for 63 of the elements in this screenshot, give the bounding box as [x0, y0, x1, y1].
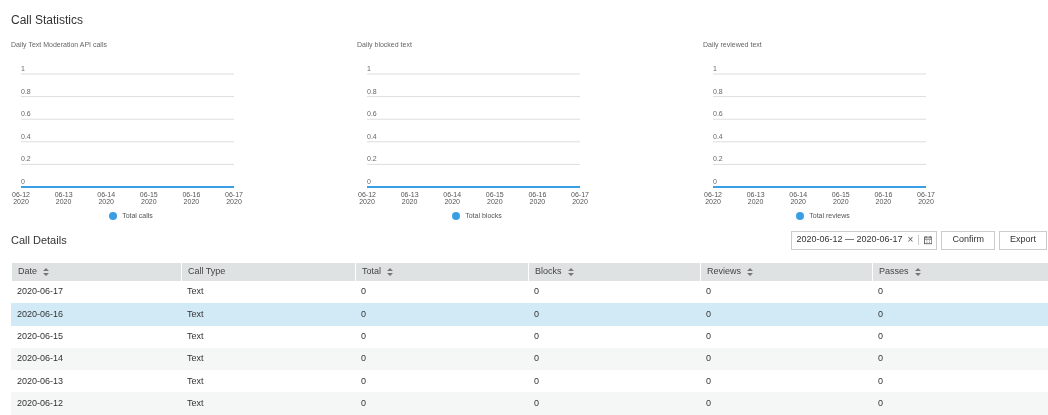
clear-button[interactable]: ×	[907, 235, 914, 245]
table-cell-text: 0	[705, 352, 712, 366]
table-cell-text: 0	[877, 285, 884, 299]
table-row[interactable]: 2020-06-12 Text 0 0 0 0	[11, 392, 1048, 415]
table-cell-text: 0	[877, 330, 884, 343]
table-cell-text: 0	[533, 330, 540, 343]
date-range-field[interactable]: 2020-06-12 — 2020-06-17 ×	[791, 230, 938, 250]
table-cell-text: Text	[186, 396, 205, 410]
sort-icon[interactable]	[914, 268, 921, 276]
legend-dot	[109, 212, 118, 221]
sort-icon[interactable]	[43, 268, 49, 276]
table-cell-text: 0	[360, 352, 367, 366]
table-row[interactable]: 2020-06-13 Text 0 0 0 0	[11, 370, 1048, 393]
column-header[interactable]: Total	[355, 263, 528, 281]
table-cell-text: Text	[186, 330, 205, 343]
table-cell-text: 0	[533, 307, 540, 321]
table-cell-text: 0	[360, 374, 367, 388]
table-cell-text: 0	[360, 396, 367, 410]
toolbar-button[interactable]: Confirm	[941, 230, 995, 250]
table-cell-text: Text	[186, 285, 205, 299]
sort-icon[interactable]	[567, 268, 574, 276]
table-cell-text: Text	[186, 374, 205, 388]
table-cell-text: 0	[705, 307, 712, 321]
table-cell-text: 0	[877, 396, 884, 410]
table-cell-text: Text	[186, 307, 205, 321]
table-cell-text: 2020-06-16	[16, 307, 65, 321]
table-cell-text: 0	[360, 285, 367, 299]
page-title: Call Statistics	[11, 12, 85, 28]
table-cell-text: 0	[360, 307, 367, 321]
table-cell-text: 0	[705, 285, 712, 299]
table-cell-text: 2020-06-17	[16, 285, 65, 299]
table-cell-text: 2020-06-14	[16, 352, 65, 366]
table-cell-text: 0	[705, 374, 712, 388]
table-cell-text: 0	[533, 374, 540, 388]
sort-icon[interactable]	[387, 268, 393, 276]
table-row[interactable]: 2020-06-14 Text 0 0 0 0	[11, 347, 1048, 371]
table-cell-text: 0	[877, 307, 884, 321]
table-row[interactable]: 2020-06-15 Text 0 0 0 0	[11, 325, 1048, 348]
table-cell-text: 0	[360, 330, 367, 343]
table-cell-text: 0	[877, 352, 884, 366]
column-header[interactable]: Date	[11, 263, 181, 281]
column-header: Call Type	[181, 263, 355, 281]
table-row[interactable]: 2020-06-17 Text 0 0 0 0	[11, 281, 1048, 304]
table-row[interactable]: 2020-06-16 Text 0 0 0 0	[11, 303, 1048, 326]
column-header[interactable]: Blocks	[528, 263, 700, 281]
table-cell-text: 0	[533, 285, 540, 299]
table-cell-text: 0	[705, 330, 712, 343]
table-cell-text: Text	[186, 352, 205, 366]
table-cell-text: 0	[533, 352, 540, 366]
legend-dot	[452, 212, 461, 221]
toolbar-button[interactable]: Export	[999, 230, 1047, 250]
legend-dot	[796, 212, 805, 221]
sort-icon[interactable]	[747, 268, 753, 276]
section-title: Call Details	[11, 232, 67, 248]
table-cell-text: 0	[705, 396, 712, 410]
table-cell-text: 2020-06-13	[16, 374, 65, 388]
table-cell-text: 2020-06-15	[16, 330, 65, 343]
table-cell-text: 0	[877, 374, 884, 388]
table-cell-text: 0	[533, 396, 540, 410]
column-header[interactable]: Reviews	[700, 263, 872, 281]
column-header[interactable]: Passes	[872, 263, 1048, 281]
table-cell-text: 2020-06-12	[16, 396, 65, 410]
calendar-icon[interactable]	[924, 235, 933, 245]
